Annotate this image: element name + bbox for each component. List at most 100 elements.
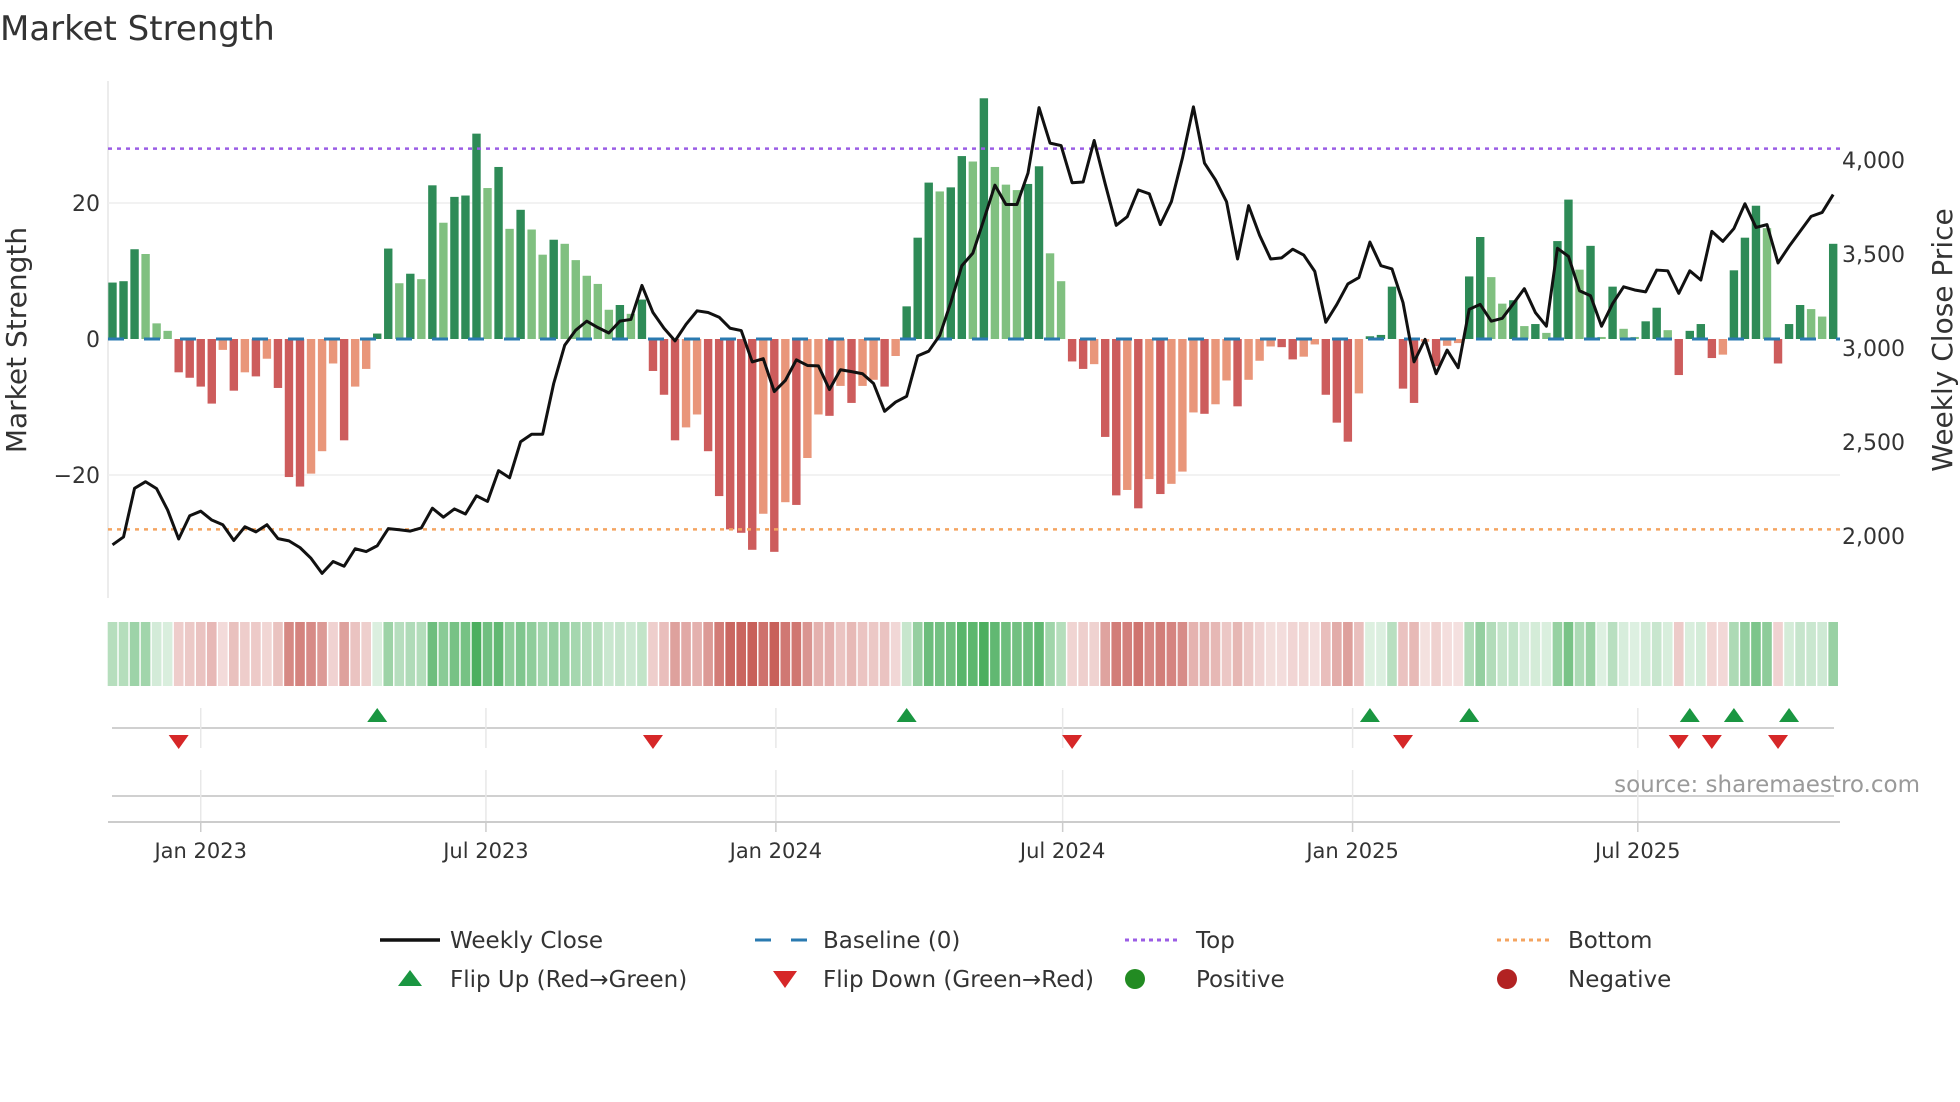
strength-bar [1233,339,1242,407]
strength-bar [1696,324,1706,339]
heat-cell [1012,622,1022,686]
heat-cell [173,622,184,686]
heat-cell [1133,622,1144,686]
heat-cell [218,622,228,686]
strength-bar [1299,339,1308,357]
strength-bar [880,339,889,387]
strength-bar [1619,328,1628,339]
strength-bar [1023,183,1033,339]
strength-bar [1707,339,1717,359]
x-tick-label: Jan 2024 [728,839,823,863]
heat-cell [923,622,934,686]
strength-bar [1343,339,1353,442]
heat-cell [1497,622,1508,686]
heat-cell [151,622,162,686]
strength-bar [1145,339,1154,480]
heat-cell [339,622,349,686]
strength-bar [251,339,261,377]
flip-down-marker [168,735,189,749]
heat-cell [559,622,570,686]
heat-cell [714,622,724,686]
heat-cell [1707,622,1717,686]
heat-cell [659,622,669,686]
strength-bar [1321,339,1330,395]
strength-bar [1332,339,1342,423]
strength-bar [417,279,426,339]
legend-flip-up-icon [398,970,422,986]
heat-cell [957,622,967,686]
strength-bar [1740,237,1750,339]
strength-bar [1255,339,1264,361]
strength-bar [902,306,911,339]
strength-bar [648,339,658,371]
strength-bar [781,339,790,503]
strength-bar [361,339,371,369]
heat-cell [1188,622,1199,686]
strength-bar [1123,339,1132,490]
heat-cell [1552,622,1563,686]
heat-cell [416,622,427,686]
flip-down-marker [1701,735,1722,749]
legend-label: Positive [1196,967,1285,993]
heat-cell [835,622,846,686]
strength-bar [604,309,614,339]
heat-cell [1828,622,1838,686]
heat-cell [1309,622,1320,686]
heat-cell [1321,622,1331,686]
flip-up-marker [1359,708,1380,722]
strength-bar [1674,339,1683,376]
heat-cell [140,622,151,686]
flip-up-marker [1723,708,1744,722]
heat-cell [1431,622,1441,686]
heat-cell [1596,622,1607,686]
strength-bar [1056,281,1066,339]
strength-bar [1034,166,1044,339]
heat-cell [262,622,272,686]
heat-cell [1287,622,1298,686]
strength-bar [1784,324,1794,339]
legend-label: Negative [1568,967,1671,993]
heat-cell [1673,622,1684,686]
heat-cell [1034,622,1044,686]
right-axis-label: Weekly Close Price [1926,208,1959,471]
right-tick-label: 2,500 [1842,431,1905,456]
strength-bar [262,339,272,359]
heat-cell [1232,622,1243,686]
strength-bar [450,196,459,339]
heat-cell [1199,622,1210,686]
strength-bar [725,339,735,530]
strength-bar [1134,339,1143,509]
strength-bar [1586,245,1595,339]
strength-bar [1729,270,1739,339]
heat-cell [1640,622,1651,686]
heat-cell [1056,622,1066,686]
strength-bar [670,339,680,441]
left-tick-label: 20 [72,192,100,217]
strength-bar [1387,286,1397,339]
legend-label: Flip Up (Red→Green) [450,967,687,993]
strength-bar [1817,316,1827,339]
flip-up-marker [367,708,388,722]
strength-bar [1531,324,1540,339]
heat-cell [471,622,482,686]
strength-bar [284,339,294,478]
strength-bar [549,239,558,339]
flip-up-marker [1779,708,1800,722]
heat-cell [438,622,449,686]
strength-bar [1089,339,1099,365]
strength-bar [163,330,172,339]
heat-cell [1243,622,1254,686]
heat-cell [1155,622,1166,686]
strength-bar [1288,339,1297,360]
strength-bar [1641,321,1650,339]
left-tick-label: −20 [54,464,100,489]
heat-cell [372,622,383,686]
strength-bar [527,229,536,339]
heat-cell [383,622,394,686]
strength-bar [339,339,349,441]
strength-bar [108,282,117,339]
flip-down-marker [1393,735,1414,749]
heat-cell [526,622,537,686]
heat-cell [1001,622,1011,686]
strength-bar [1277,339,1286,348]
